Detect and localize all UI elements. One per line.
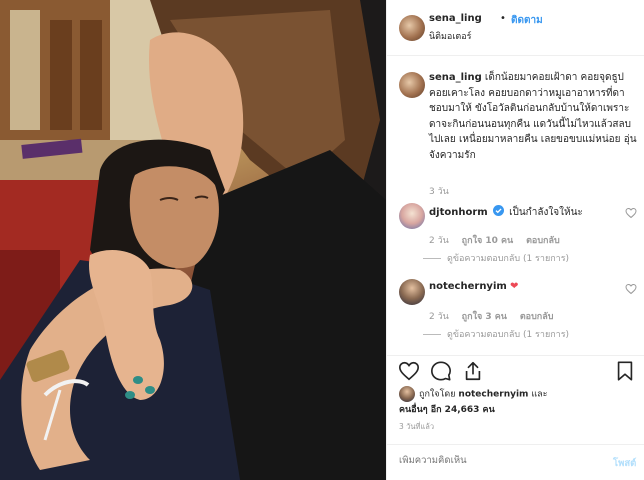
liked-by-prefix: ถูกใจโดย xyxy=(419,389,456,400)
post-location[interactable]: นิติมอเตอร์ xyxy=(429,29,472,43)
add-comment-bar: โพสต์ xyxy=(387,444,644,480)
liked-by-suffix: และ xyxy=(531,389,548,400)
comment-meta: 2 วัน ถูกใจ 10 คน ตอบกลับ xyxy=(429,233,570,247)
reply-button[interactable]: ตอบกลับ xyxy=(520,312,554,322)
comment-avatar[interactable] xyxy=(399,203,425,229)
comment-like-heart-icon[interactable] xyxy=(625,283,637,295)
verified-badge-icon xyxy=(492,205,504,216)
comment-body: djtonhorm เป็นกำลังใจให้นะ xyxy=(429,205,583,220)
comment-like-heart-icon[interactable] xyxy=(625,207,637,219)
comment-item: notechernyim ❤ 2 วัน ถูกใจ 3 คน ตอบกลับ … xyxy=(399,279,637,345)
comment-username[interactable]: djtonhorm xyxy=(429,207,488,218)
heart-icon[interactable] xyxy=(398,360,420,382)
liked-by-line: ถูกใจโดย notechernyim และ xyxy=(399,386,547,402)
caption-body: sena_ling เด็กน้อยมาคอยเฝ้าดา คอยจุดธูป … xyxy=(429,70,637,163)
comment-item: djtonhorm เป็นกำลังใจให้นะ 2 วัน ถูกใจ 1… xyxy=(399,203,637,269)
caption-avatar[interactable] xyxy=(399,72,425,98)
post-sidebar: sena_ling • ติดตาม นิติมอเตอร์ sena_ling… xyxy=(386,0,644,480)
photo-illustration xyxy=(0,0,386,480)
likes-others[interactable]: คนอื่นๆ อีก 24,663 คน xyxy=(399,405,495,415)
separator-dot: • xyxy=(500,13,506,24)
comment-meta: 2 วัน ถูกใจ 3 คน ตอบกลับ xyxy=(429,309,563,323)
liker-avatar[interactable] xyxy=(399,386,415,402)
likes-count: คนอื่นๆ อีก 24,663 คน xyxy=(399,402,495,416)
share-icon[interactable] xyxy=(462,360,484,382)
reply-button[interactable]: ตอบกลับ xyxy=(526,236,560,246)
view-replies-link[interactable]: ดูข้อความตอบกลับ (1 รายการ) xyxy=(447,251,569,265)
comment-likes[interactable]: ถูกใจ 3 คน xyxy=(462,312,507,322)
comment-text: เป็นกำลังใจให้นะ xyxy=(509,207,583,218)
caption-text: เด็กน้อยมาคอยเฝ้าดา คอยจุดธูป คอยเคาะโลง… xyxy=(429,72,637,161)
caption-username[interactable]: sena_ling xyxy=(429,72,482,83)
bookmark-icon[interactable] xyxy=(614,360,636,382)
post-header: sena_ling • ติดตาม นิติมอเตอร์ xyxy=(387,0,644,56)
comment-input[interactable] xyxy=(399,455,589,466)
comment-likes[interactable]: ถูกใจ 10 คน xyxy=(462,236,514,246)
comment-time: 2 วัน xyxy=(429,236,449,246)
red-heart-emoji: ❤ xyxy=(510,281,519,292)
comment-username[interactable]: notechernyim xyxy=(429,281,507,292)
liked-by-user[interactable]: notechernyim xyxy=(458,390,528,400)
caption-time: 3 วัน xyxy=(429,187,449,197)
comment-avatar[interactable] xyxy=(399,279,425,305)
comment-time: 2 วัน xyxy=(429,312,449,322)
comment-body: notechernyim ❤ xyxy=(429,281,518,292)
author-username[interactable]: sena_ling xyxy=(429,13,482,24)
view-replies-link[interactable]: ดูข้อความตอบกลับ (1 รายการ) xyxy=(447,327,569,341)
post-photo[interactable] xyxy=(0,0,386,480)
post-timestamp: 3 วันที่แล้ว xyxy=(399,422,435,431)
comment-icon[interactable] xyxy=(430,360,452,382)
action-bar xyxy=(387,355,644,383)
post-comment-button[interactable]: โพสต์ xyxy=(613,456,636,471)
author-avatar[interactable] xyxy=(399,15,425,41)
follow-button[interactable]: ติดตาม xyxy=(511,13,543,28)
